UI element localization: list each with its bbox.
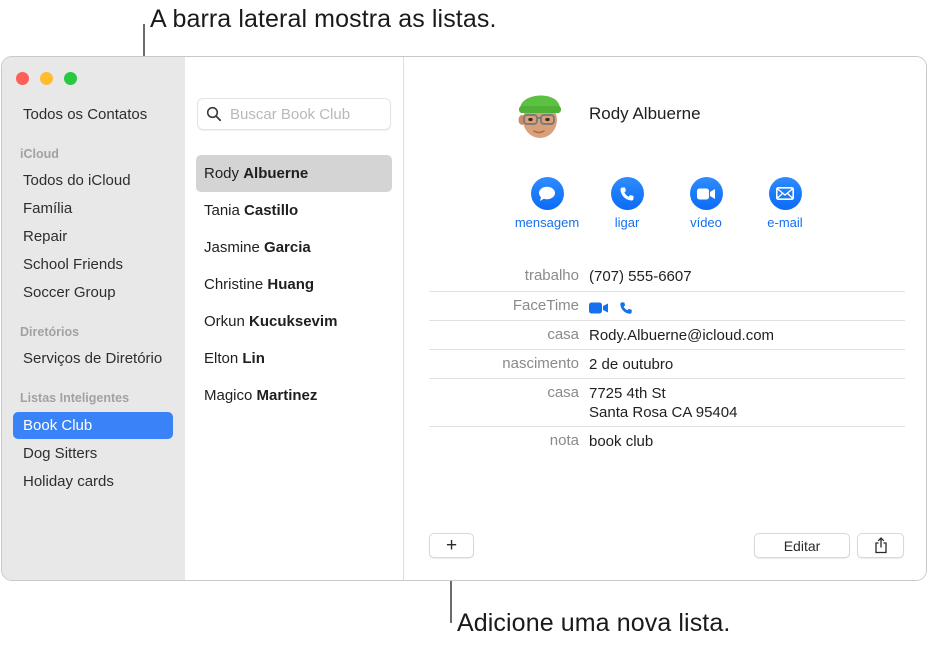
field-value-line-1[interactable]: 7725 4th St [589,384,666,403]
sidebar-item-book-club[interactable]: Book Club [13,412,173,439]
callout-add-list: Adicione uma nova lista. [457,609,731,637]
zoom-button[interactable] [64,72,77,85]
video-button[interactable]: vídeo [666,177,746,230]
contact-row[interactable]: Magico Martinez [196,377,392,414]
sidebar-item-soccer-group[interactable]: Soccer Group [13,279,173,306]
message-icon [539,186,555,201]
field-value-line-2[interactable]: Santa Rosa CA 95404 [589,403,737,422]
sidebar-section-icloud: iCloud [20,147,59,161]
field-label: nascimento [502,355,579,372]
field-value[interactable]: 2 de outubro [589,355,673,374]
field-work-phone: trabalho (707) 555-6607 [429,263,905,292]
contact-first-name: Orkun [204,313,245,330]
sidebar-item-all-icloud[interactable]: Todos do iCloud [13,167,173,194]
field-value[interactable]: (707) 555-6607 [589,267,692,286]
field-home-email: casa Rody.Albuerne@icloud.com [429,321,905,350]
field-label: nota [549,432,579,449]
minimize-button[interactable] [40,72,53,85]
sidebar-section-directories: Diretórios [20,325,80,339]
contact-last-name: Huang [267,276,315,293]
field-label: trabalho [524,267,579,284]
sidebar-item-directory-services[interactable]: Serviços de Diretório [13,345,173,372]
call-label: ligar [614,215,640,230]
video-label: vídeo [690,215,722,230]
contact-first-name: Christine [204,276,264,293]
search-icon [206,106,222,122]
email-label: e-mail [767,215,803,230]
add-list-button[interactable]: + [429,533,474,558]
edit-button[interactable]: Editar [754,533,850,558]
contact-row[interactable]: Orkun Kucuksevim [196,303,392,340]
contact-last-name: Albuerne [243,165,309,182]
avatar [518,95,561,138]
field-value[interactable]: Rody.Albuerne@icloud.com [589,326,774,345]
close-button[interactable] [16,72,29,85]
contact-last-name: Kucuksevim [249,313,338,330]
sidebar: Todos os Contatos iCloud Todos do iCloud… [2,57,185,580]
facetime-phone-icon[interactable] [619,301,633,315]
share-button[interactable] [857,533,904,558]
field-label: casa [547,384,579,401]
contact-last-name: Garcia [264,239,311,256]
contacts-window: Todos os Contatos iCloud Todos do iCloud… [1,56,927,581]
contact-row[interactable]: Christine Huang [196,266,392,303]
contact-last-name: Martinez [256,387,318,404]
call-button[interactable]: ligar [587,177,667,230]
sidebar-item-familia[interactable]: Família [13,195,173,222]
search-input[interactable] [230,99,385,129]
contact-first-name: Elton [204,350,239,367]
field-note: nota book club [429,427,905,456]
email-button[interactable]: e-mail [745,177,825,230]
contact-first-name: Magico [204,387,253,404]
field-value[interactable]: book club [589,432,653,451]
contact-first-name: Rody [204,165,240,182]
contact-first-name: Tania [204,202,240,219]
contact-row[interactable]: Rody Albuerne [196,155,392,192]
contact-row[interactable]: Elton Lin [196,340,392,377]
sidebar-item-school-friends[interactable]: School Friends [13,251,173,278]
facetime-icons [589,298,633,317]
field-facetime: FaceTime [429,292,905,321]
contact-list-pane: Rody Albuerne Tania Castillo Jasmine Gar… [185,57,404,580]
mail-icon [776,187,794,200]
contact-name: Rody Albuerne [589,104,701,123]
video-icon [697,188,715,199]
field-label: FaceTime [512,297,579,314]
field-birthday: nascimento 2 de outubro [429,350,905,379]
callout-sidebar: A barra lateral mostra as listas. [150,5,497,33]
facetime-video-icon[interactable] [589,302,609,314]
field-home-address: casa 7725 4th St Santa Rosa CA 95404 [429,379,905,427]
sidebar-item-dog-sitters[interactable]: Dog Sitters [13,440,173,467]
sidebar-item-all-contacts[interactable]: Todos os Contatos [13,101,173,128]
sidebar-item-repair[interactable]: Repair [13,223,173,250]
contact-last-name: Castillo [244,202,299,219]
phone-icon [620,187,634,200]
contact-row[interactable]: Jasmine Garcia [196,229,392,266]
contact-last-name: Lin [242,350,265,367]
contact-detail-pane: Rody Albuerne mensagem ligar vídeo e-mai… [405,57,926,580]
field-label: casa [547,326,579,343]
contact-row[interactable]: Tania Castillo [196,192,392,229]
search-field[interactable] [197,98,391,130]
message-label: mensagem [514,215,580,230]
message-button[interactable]: mensagem [507,177,587,230]
sidebar-section-smart-lists: Listas Inteligentes [20,391,130,405]
sidebar-item-holiday-cards[interactable]: Holiday cards [13,468,173,495]
contact-first-name: Jasmine [204,239,260,256]
share-icon [874,537,887,554]
